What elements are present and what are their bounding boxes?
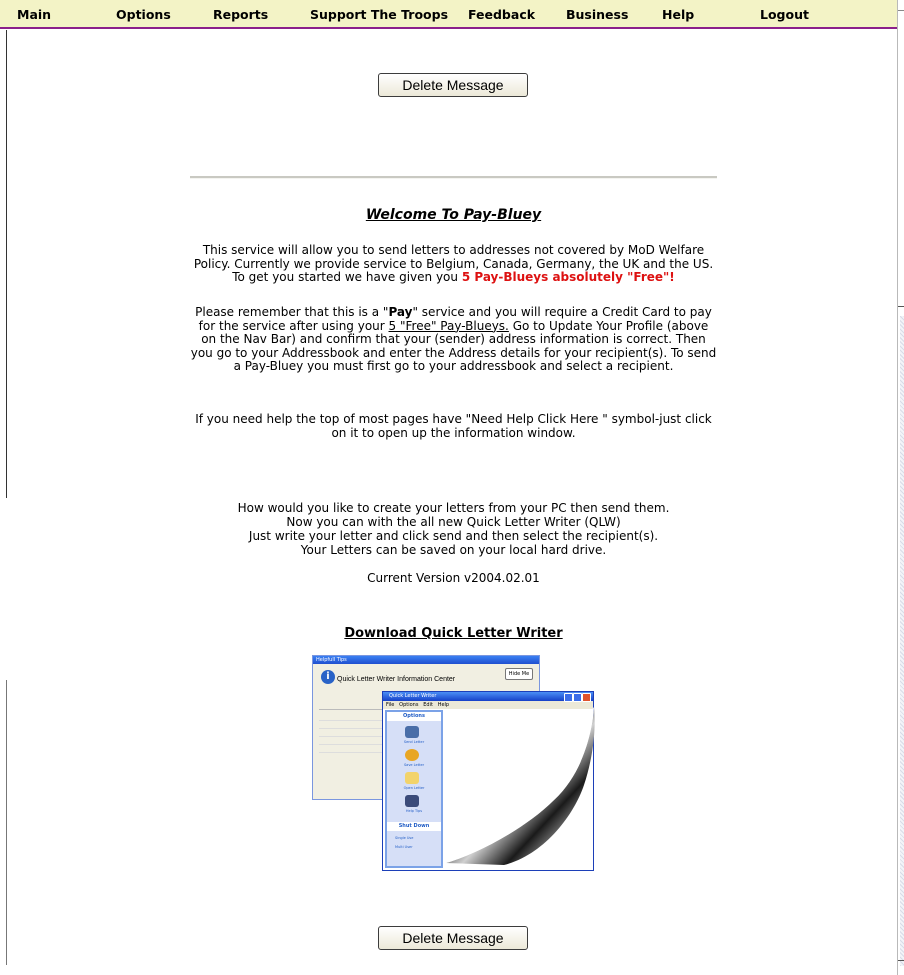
page-curl-graphic: [446, 707, 595, 865]
open-letter-icon: [405, 772, 419, 784]
multi-user-label: Multi User: [395, 845, 413, 849]
free-pay-blueys-link[interactable]: 5 "Free" Pay-Blueys.: [389, 319, 509, 333]
nav-main[interactable]: Main: [17, 7, 51, 22]
frame-divider: [6, 30, 7, 498]
app-window-title: Quick Letter Writer: [389, 693, 437, 699]
nav-feedback[interactable]: Feedback: [468, 7, 535, 22]
info-icon: i: [321, 670, 335, 684]
nav-help[interactable]: Help: [662, 7, 694, 22]
tips-text-lines: [319, 702, 385, 792]
current-version: Current Version v2004.02.01: [367, 571, 540, 585]
open-letter-label: Open Letter: [403, 786, 425, 790]
intro-paragraph: This service will allow you to send lett…: [190, 243, 717, 285]
pay-bold: Pay: [388, 305, 413, 319]
nav-options[interactable]: Options: [116, 7, 171, 22]
hide-me-button: Hide Me: [505, 668, 533, 680]
save-letter-label: Save Letter: [403, 763, 425, 767]
pay-service-paragraph: Please remember that this is a "Pay" ser…: [190, 305, 717, 374]
info-header: Quick Letter Writer Information Center: [337, 676, 456, 683]
shut-down-panel-title: Shut Down: [387, 822, 441, 831]
send-letter-label: Send Letter: [403, 740, 425, 744]
delete-message-button-bottom[interactable]: Delete Message: [378, 926, 528, 950]
horizontal-divider: [190, 176, 717, 179]
info-window-title: Helpfull Tips: [313, 656, 539, 664]
options-panel-title: Options: [387, 712, 441, 721]
qlw-preview-image[interactable]: Helpfull Tips i Quick Letter Writer Info…: [312, 655, 600, 871]
welcome-title: Welcome To Pay-Bluey: [365, 207, 542, 223]
frame-divider: [6, 680, 7, 965]
help-paragraph: If you need help the top of most pages h…: [195, 412, 712, 440]
delete-message-button-top[interactable]: Delete Message: [378, 73, 528, 97]
qlw-line-3: Just write your letter and click send an…: [248, 529, 659, 543]
window-edge: [897, 0, 904, 975]
free-offer-highlight: 5 Pay-Blueys absolutely "Free"!: [461, 270, 675, 284]
options-task-pane: Options Send Letter Save Letter Open Let…: [385, 710, 443, 868]
qlw-line-4: Your Letters can be saved on your local …: [300, 543, 607, 557]
qlw-line-2: Now you can with the all new Quick Lette…: [286, 515, 621, 529]
send-letter-icon: [405, 726, 419, 738]
single-use-label: Single Use: [395, 836, 414, 840]
save-letter-icon: [405, 749, 419, 761]
help-tips-label: Help Tips: [405, 809, 423, 813]
nav-logout[interactable]: Logout: [760, 7, 809, 22]
pay-text-start: Please remember that this is a ": [195, 305, 389, 319]
close-icon: [582, 693, 591, 702]
nav-reports[interactable]: Reports: [213, 7, 268, 22]
scrollbar-track[interactable]: [900, 316, 904, 966]
nav-business[interactable]: Business: [566, 7, 628, 22]
top-nav-bar: Main Options Reports Support The Troops …: [0, 0, 897, 29]
qlw-line-1: How would you like to create your letter…: [237, 501, 670, 515]
download-qlw-link[interactable]: Download Quick Letter Writer: [190, 626, 717, 641]
nav-support-the-troops[interactable]: Support The Troops: [310, 7, 448, 22]
help-tips-icon: [405, 795, 419, 807]
maximize-icon: [573, 693, 582, 702]
minimize-icon: [564, 693, 573, 702]
